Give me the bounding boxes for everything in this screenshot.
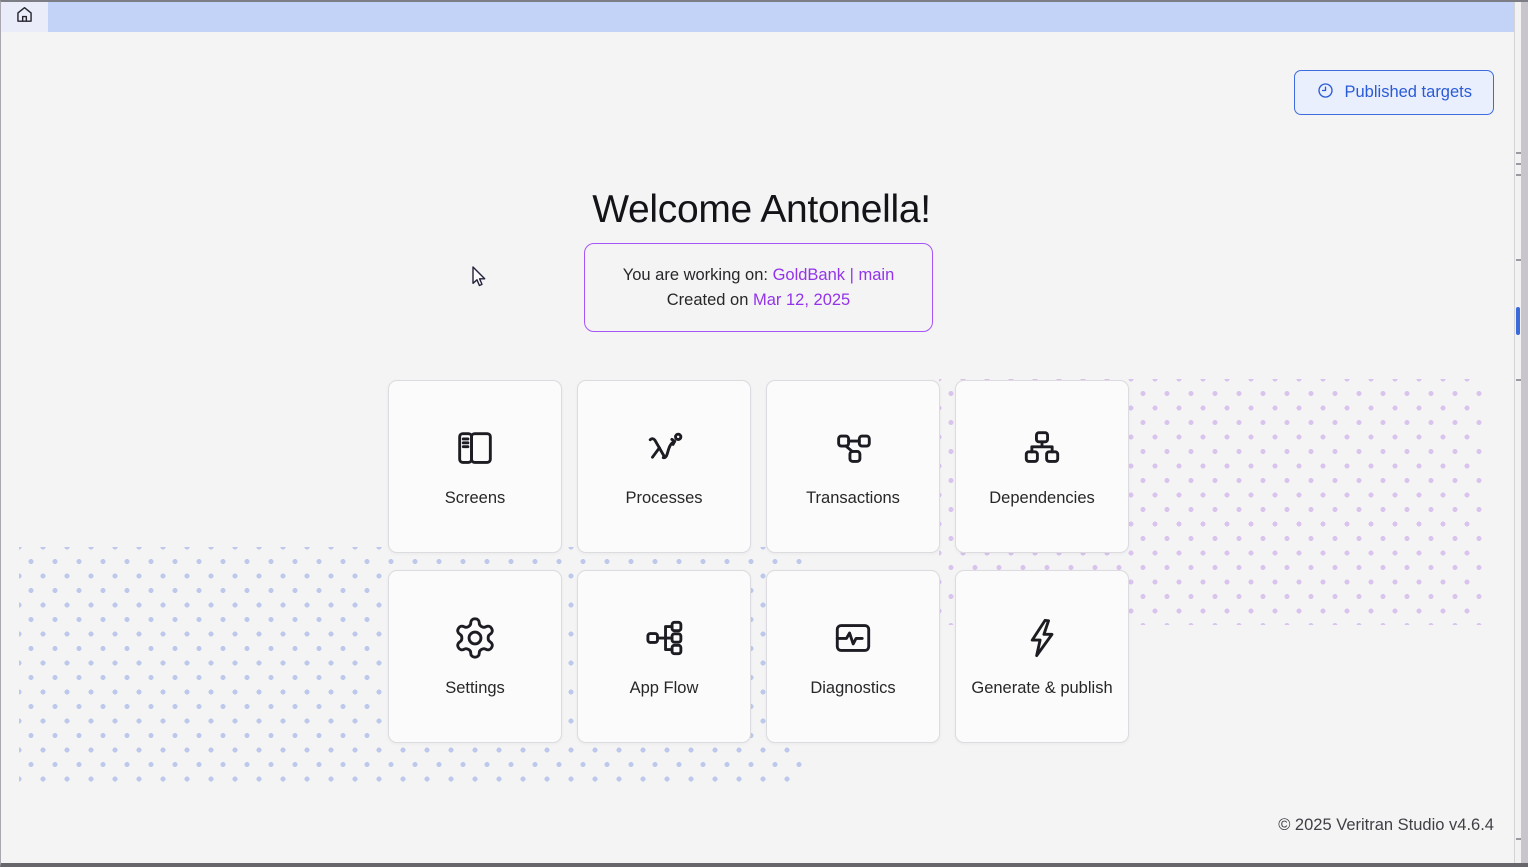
card-dependencies[interactable]: Dependencies <box>955 380 1129 553</box>
project-branch-link[interactable]: GoldBank | main <box>773 266 895 284</box>
processes-icon <box>641 425 687 476</box>
created-date: Mar 12, 2025 <box>753 291 850 309</box>
card-screens[interactable]: Screens <box>388 380 562 553</box>
card-transactions[interactable]: Transactions <box>766 380 940 553</box>
home-icon <box>14 4 35 30</box>
card-label: Diagnostics <box>810 679 895 698</box>
workspace-info-box: You are working on: GoldBank | main Crea… <box>584 243 933 332</box>
card-label: Dependencies <box>989 489 1095 508</box>
welcome-title: Welcome Antonella! <box>1 188 1522 232</box>
transactions-icon <box>830 425 876 476</box>
scrollbar-thumb[interactable] <box>1516 307 1520 335</box>
navigation-cards-grid: Screens Processes <box>388 380 1129 743</box>
published-targets-label: Published targets <box>1345 83 1473 102</box>
diagnostics-icon <box>830 615 876 666</box>
screens-icon <box>452 425 498 476</box>
card-label: Settings <box>445 679 505 698</box>
settings-icon <box>452 615 498 666</box>
card-diagnostics[interactable]: Diagnostics <box>766 570 940 743</box>
published-targets-button[interactable]: Published targets <box>1294 70 1495 115</box>
card-label: App Flow <box>630 679 699 698</box>
scrollbar-ruler[interactable] <box>1514 2 1521 865</box>
card-label: Transactions <box>806 489 900 508</box>
card-label: Generate & publish <box>971 679 1112 698</box>
dependencies-icon <box>1019 425 1065 476</box>
workspace-line: You are working on: GoldBank | main <box>623 263 895 288</box>
created-prefix: Created on <box>667 291 753 309</box>
home-tab[interactable] <box>1 2 48 32</box>
app-window: Published targets Welcome Antonella! You… <box>0 0 1528 867</box>
working-on-prefix: You are working on: <box>623 266 773 284</box>
card-processes[interactable]: Processes <box>577 380 751 553</box>
mouse-cursor <box>469 265 488 290</box>
card-generate-publish[interactable]: Generate & publish <box>955 570 1129 743</box>
created-line: Created on Mar 12, 2025 <box>667 288 850 313</box>
copyright-text: © 2025 Veritran Studio v4.6.4 <box>1278 816 1494 835</box>
card-label: Processes <box>625 489 702 508</box>
generate-publish-icon <box>1019 615 1065 666</box>
card-label: Screens <box>445 489 506 508</box>
window-edge-strip <box>1521 2 1528 865</box>
card-settings[interactable]: Settings <box>388 570 562 743</box>
card-app-flow[interactable]: App Flow <box>577 570 751 743</box>
clock-icon <box>1316 81 1335 105</box>
app-flow-icon <box>641 615 687 666</box>
top-bar <box>1 2 1522 32</box>
